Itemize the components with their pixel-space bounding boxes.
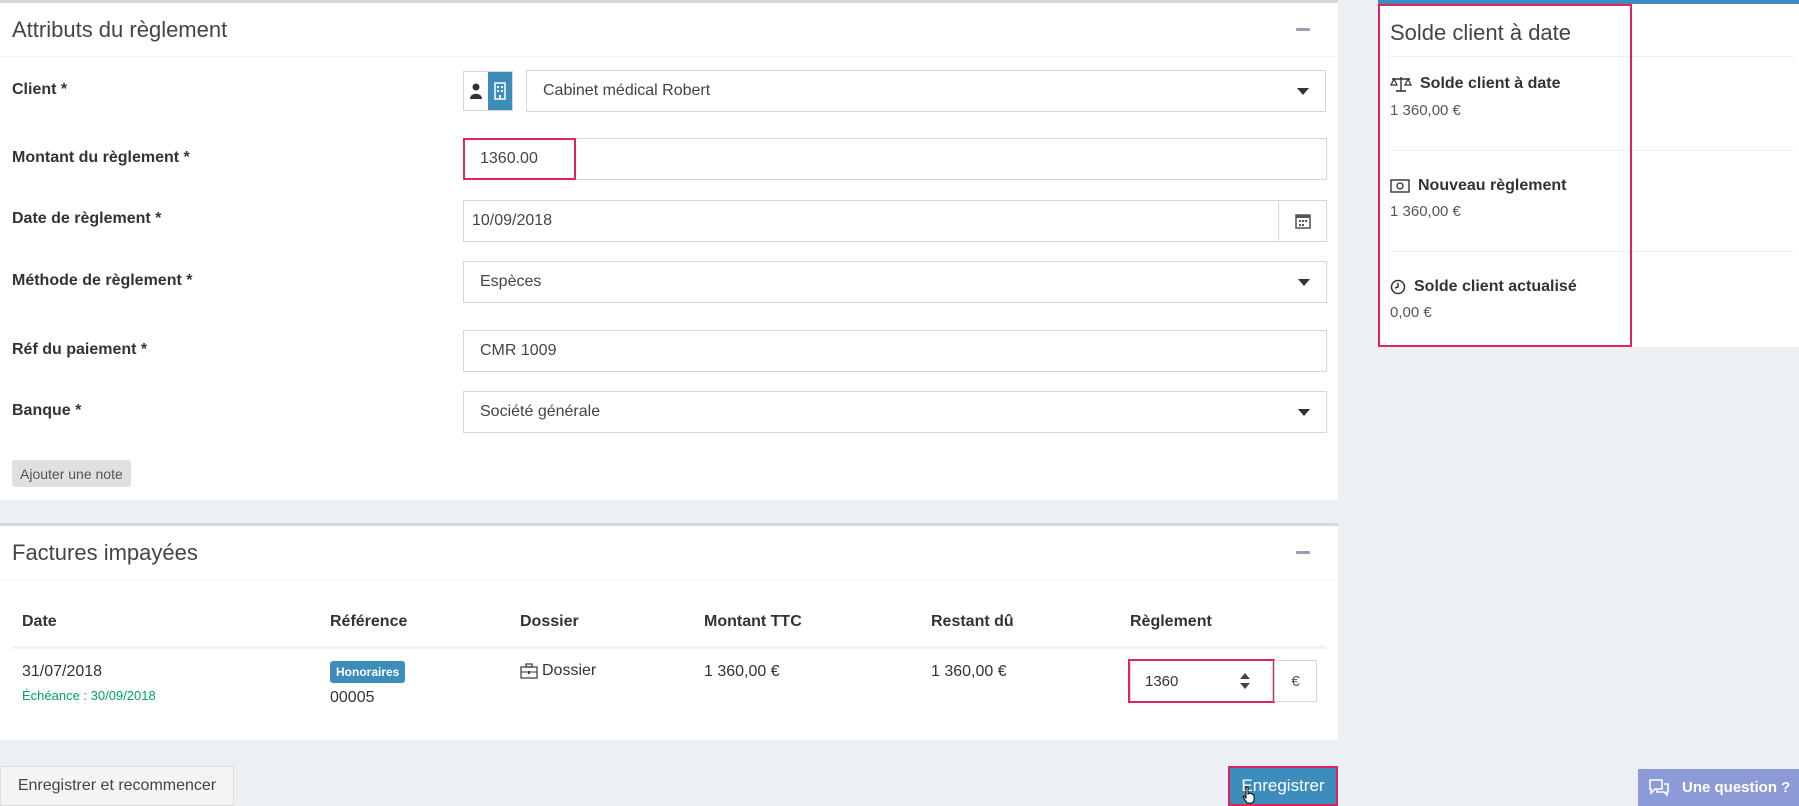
building-icon[interactable]: [488, 72, 512, 110]
payment-highlight: [1128, 659, 1275, 703]
client-label: Client *: [12, 81, 68, 98]
unpaid-invoices-box: Factures impayées: [0, 523, 1338, 740]
amount-input[interactable]: 1360.00: [463, 138, 1327, 180]
column-header-amount: Montant TTC: [704, 613, 802, 630]
invoice-date: 31/07/2018: [22, 663, 103, 680]
hand-cursor-icon: [1242, 786, 1255, 804]
ref-input[interactable]: CMR 1009: [463, 330, 1327, 372]
collapse-icon[interactable]: [1296, 551, 1310, 554]
person-icon[interactable]: [464, 72, 488, 110]
ref-value: CMR 1009: [480, 342, 557, 359]
briefcase-icon: [520, 663, 538, 679]
payment-attributes-header: Attributs du règlement: [0, 3, 1338, 57]
table-header-divider: [12, 646, 1326, 649]
column-header-payment: Règlement: [1130, 613, 1212, 630]
help-chat-label: Une question ?: [1682, 779, 1791, 796]
column-header-date: Date: [22, 613, 57, 630]
method-label: Méthode de règlement *: [12, 272, 193, 289]
calendar-icon[interactable]: [1278, 201, 1326, 241]
invoice-type-badge: Honoraires: [330, 661, 406, 683]
currency-addon: €: [1274, 660, 1317, 702]
bank-select[interactable]: Société générale: [463, 391, 1327, 433]
client-type-toggle[interactable]: [463, 71, 513, 111]
balance-highlight: [1378, 4, 1632, 347]
bank-label: Banque *: [12, 402, 82, 419]
date-label: Date de règlement *: [12, 210, 162, 227]
collapse-icon[interactable]: [1296, 28, 1310, 31]
column-header-dossier: Dossier: [520, 613, 579, 630]
payment-attributes-title: Attributs du règlement: [12, 16, 228, 42]
invoice-dossier-link[interactable]: Dossier: [520, 662, 596, 680]
chevron-down-icon: [1298, 279, 1310, 286]
bank-value: Société générale: [480, 403, 601, 420]
column-header-reference: Référence: [330, 613, 408, 630]
invoice-reference: 00005: [330, 689, 375, 706]
method-value: Espèces: [480, 273, 542, 290]
ref-label: Réf du paiement *: [12, 341, 148, 358]
method-select[interactable]: Espèces: [463, 261, 1327, 303]
invoice-remaining: 1 360,00 €: [931, 663, 1007, 680]
chevron-down-icon: [1297, 88, 1309, 95]
client-select[interactable]: Cabinet médical Robert: [526, 70, 1326, 112]
help-chat-button[interactable]: Une question ?: [1638, 769, 1799, 806]
client-value: Cabinet médical Robert: [543, 82, 711, 99]
date-value: 10/09/2018: [472, 212, 553, 229]
invoice-due-date: Échéance : 30/09/2018: [22, 688, 156, 703]
column-header-remaining: Restant dû: [931, 613, 1014, 630]
add-note-button[interactable]: Ajouter une note: [12, 460, 131, 487]
amount-highlight: [463, 138, 576, 180]
unpaid-invoices-header: Factures impayées: [0, 526, 1338, 580]
unpaid-invoices-title: Factures impayées: [12, 539, 198, 565]
chevron-down-icon: [1298, 409, 1310, 416]
invoice-dossier: Dossier: [542, 662, 597, 679]
save-and-restart-button[interactable]: Enregistrer et recommencer: [0, 766, 234, 806]
amount-label: Montant du règlement *: [12, 149, 190, 166]
date-input[interactable]: 10/09/2018: [463, 200, 1327, 242]
invoice-amount: 1 360,00 €: [704, 663, 780, 680]
chat-icon: [1649, 778, 1669, 797]
